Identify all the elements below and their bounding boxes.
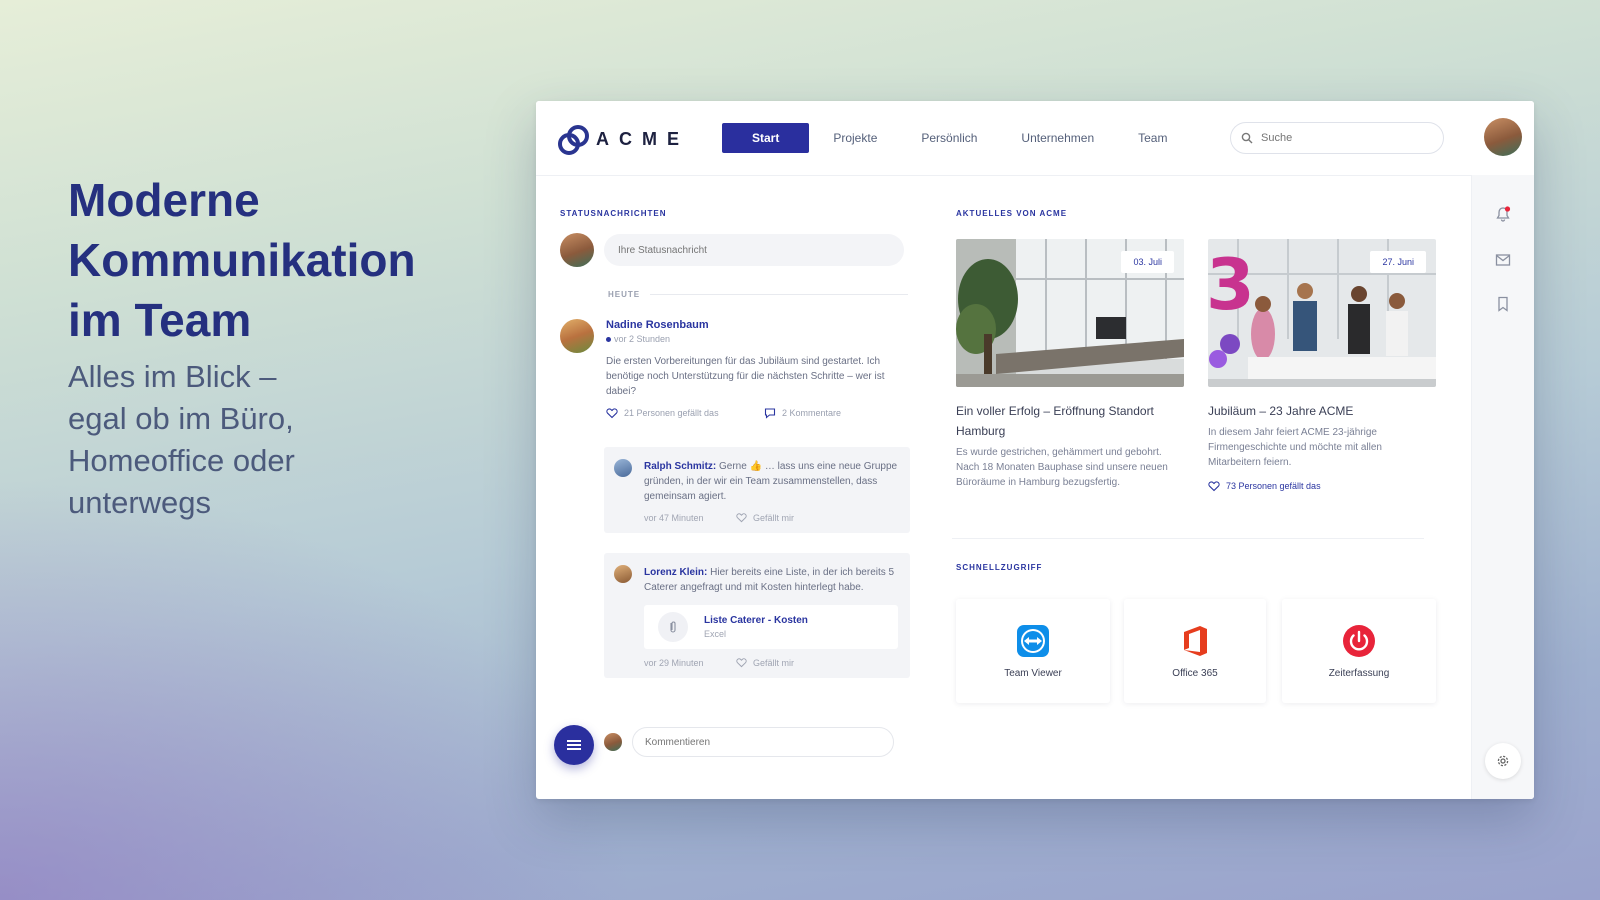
news-section-title: AKTUELLES VON ACME [956,209,1068,218]
nav-item-start[interactable]: Start [722,123,810,153]
post-comments-count[interactable]: 2 Kommentare [782,408,841,418]
news-likes[interactable]: 73 Personen gefällt das [1208,480,1436,492]
news-title[interactable]: Jubiläum – 23 Jahre ACME [1208,401,1436,421]
gear-icon [1497,755,1509,767]
brand-logo[interactable]: ACME [558,125,689,155]
tile-label: Zeiterfassung [1328,667,1390,679]
hero: Moderne Kommunikation im Team Alles im B… [68,170,488,524]
hero-subtitle: Alles im Blick – egal ob im Büro, Homeof… [68,359,295,520]
quick-section-title: SCHNELLZUGRIFF [956,563,1043,572]
comment-compose [604,727,894,757]
comment-meta: vor 29 Minuten Gefällt mir [644,657,898,668]
post-text: Die ersten Vorbereitungen für das Jubilä… [606,356,885,397]
main-nav: Start Projekte Persönlich Unternehmen Te… [722,123,1189,153]
attachment-card[interactable]: Liste Caterer - Kosten Excel [644,605,898,649]
nav-item-unternehmen[interactable]: Unternehmen [999,123,1116,153]
bell-icon[interactable] [1494,205,1512,223]
tile-label: Team Viewer [1004,667,1062,679]
news-card[interactable]: 03. Juli Ein voller Erfolg – Eröffnung S… [956,239,1184,490]
nav-item-persoenlich[interactable]: Persönlich [899,123,999,153]
app-window: ACME Start Projekte Persönlich Unternehm… [536,101,1534,799]
office-icon [1184,625,1207,656]
comment-input[interactable] [632,727,894,757]
comment-text: Lorenz Klein: Hier bereits eine Liste, i… [644,565,898,595]
svg-text:3: 3 [1208,244,1255,326]
news-text: Es wurde gestrichen, gehämmert und geboh… [956,447,1168,488]
news-date: 03. Juli [1121,251,1174,273]
news-title[interactable]: Ein voller Erfolg – Eröffnung Standort H… [956,401,1184,441]
today-label: HEUTE [608,290,641,299]
compose-avatar [604,733,622,751]
today-divider: HEUTE [608,290,908,299]
post-actions: 21 Personen gefällt das 2 Kommentare [606,407,910,419]
news-image[interactable]: 3 27. Juni [1208,239,1436,387]
comment-author[interactable]: Ralph Schmitz: [644,461,716,472]
news-card[interactable]: 3 27. Juni Jubiläum – 23 Jahre ACME In d… [1208,239,1436,492]
hero-title: Moderne Kommunikation im Team [68,174,416,346]
online-dot-icon [606,337,611,343]
paperclip-icon [658,612,688,642]
status-row [560,233,904,267]
comment-time: vor 29 Minuten [644,657,704,668]
tile-label: Office 365 [1172,667,1218,679]
comment-item: Lorenz Klein: Hier bereits eine Liste, i… [604,553,910,678]
post-time: vor 2 Stunden [606,334,910,344]
right-sidebar [1471,175,1534,799]
teamviewer-icon [1017,624,1049,657]
user-avatar[interactable] [1484,118,1522,156]
comment-icon[interactable] [764,407,776,419]
mail-icon[interactable] [1494,251,1512,269]
post-author[interactable]: Nadine Rosenbaum [606,319,910,331]
heart-icon[interactable] [736,512,747,523]
heart-icon[interactable] [606,407,618,419]
status-section-title: STATUSNACHRICHTEN [560,209,667,218]
comment-like-button[interactable]: Gefällt mir [753,658,794,668]
quick-tile-teamviewer[interactable]: Team Viewer [956,599,1110,703]
status-avatar [560,233,594,267]
news-text: In diesem Jahr feiert ACME 23-jährige Fi… [1208,427,1382,468]
news-date: 27. Juni [1370,251,1426,273]
comment-time: vor 47 Minuten [644,512,704,523]
attachment-type: Excel [704,629,727,639]
top-bar: ACME Start Projekte Persönlich Unternehm… [536,101,1534,176]
comment-avatar [614,459,632,477]
settings-button[interactable] [1485,743,1521,779]
comment-avatar [614,565,632,583]
brand-name: ACME [596,128,689,149]
search-box[interactable] [1230,122,1444,154]
section-divider [952,538,1424,539]
logo-icon [558,125,589,155]
nav-item-projekte[interactable]: Projekte [811,123,899,153]
post-likes[interactable]: 21 Personen gefällt das [624,408,764,418]
comment-text: Ralph Schmitz: Gerne 👍 … lass uns eine n… [644,459,898,504]
bookmark-icon[interactable] [1494,295,1512,313]
comment-meta: vor 47 Minuten Gefällt mir [644,512,898,523]
news-likes-text[interactable]: 73 Personen gefällt das [1226,481,1321,491]
attachment-title[interactable]: Liste Caterer - Kosten [704,615,808,626]
heart-icon[interactable] [1208,480,1220,492]
comment-like-button[interactable]: Gefällt mir [753,513,794,523]
feed-post: Nadine Rosenbaum vor 2 Stunden Die erste… [560,319,910,419]
comment-item: Ralph Schmitz: Gerne 👍 … lass uns eine n… [604,447,910,533]
menu-fab-button[interactable] [554,725,594,765]
power-icon [1343,624,1375,657]
status-input[interactable] [604,234,904,266]
post-time-text: vor 2 Stunden [614,334,671,344]
nav-item-team[interactable]: Team [1116,123,1189,153]
search-input[interactable] [1259,131,1423,145]
quick-tile-zeiterfassung[interactable]: Zeiterfassung [1282,599,1436,703]
post-avatar [560,319,594,353]
news-image[interactable]: 03. Juli [956,239,1184,387]
menu-icon [567,740,581,750]
search-icon [1241,132,1253,144]
heart-icon[interactable] [736,657,747,668]
quick-tile-office[interactable]: Office 365 [1124,599,1266,703]
comment-author[interactable]: Lorenz Klein: [644,567,707,578]
